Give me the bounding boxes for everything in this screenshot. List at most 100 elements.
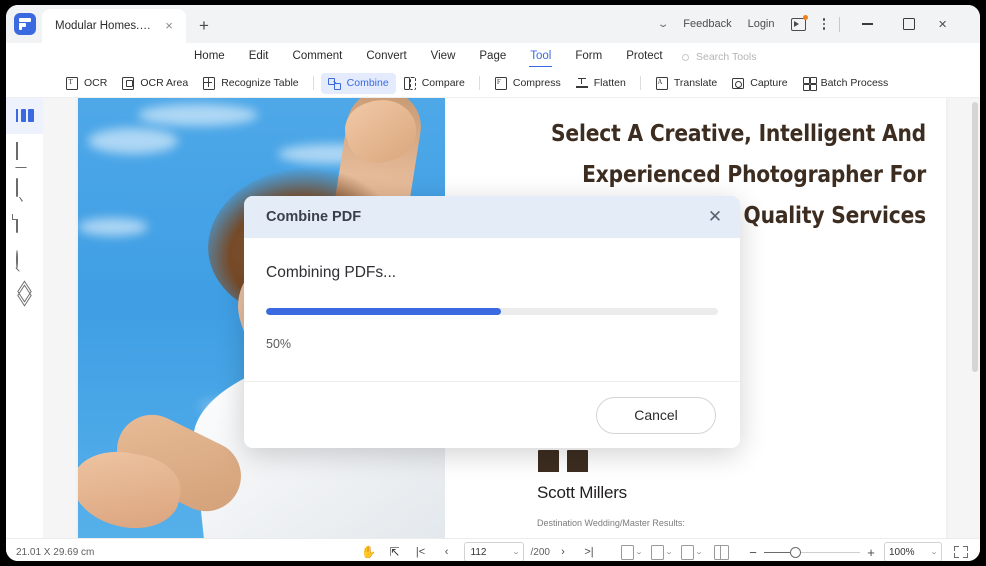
- zoom-level-field[interactable]: 100% ⌄: [884, 542, 942, 561]
- feedback-button[interactable]: Feedback: [675, 5, 739, 43]
- next-page-button[interactable]: ›: [550, 539, 576, 561]
- application-window: Modular Homes.pdf × + ⌄ Feedback Login ✕…: [6, 5, 980, 561]
- compress-icon: F: [494, 76, 508, 90]
- menu-item-edit[interactable]: Edit: [237, 43, 281, 69]
- split-view-button[interactable]: [706, 539, 736, 561]
- page-dimensions-label: 21.01 X 29.69 cm: [16, 546, 95, 558]
- capture-icon: [731, 76, 745, 90]
- compress-button[interactable]: F Compress: [487, 73, 568, 94]
- kebab-menu-icon[interactable]: [815, 5, 834, 43]
- ocr-area-button[interactable]: OCR Area: [114, 73, 195, 94]
- select-tool-icon[interactable]: ⇱: [382, 539, 408, 561]
- close-dialog-icon[interactable]: ✕: [706, 208, 724, 226]
- recognize-table-label: Recognize Table: [221, 77, 299, 89]
- first-page-button[interactable]: |<: [408, 539, 434, 561]
- page-fit-button[interactable]: ⌄: [676, 539, 706, 561]
- compress-label: Compress: [512, 77, 561, 89]
- recognize-table-button[interactable]: Recognize Table: [195, 73, 305, 94]
- zoom-slider-handle[interactable]: [790, 547, 801, 558]
- previous-page-button[interactable]: ‹: [434, 539, 460, 561]
- zoom-slider[interactable]: [764, 546, 860, 558]
- close-tab-icon[interactable]: ×: [162, 19, 176, 33]
- translate-label: Translate: [673, 77, 718, 89]
- batch-process-icon: [802, 76, 817, 91]
- zoom-in-button[interactable]: +: [862, 545, 880, 560]
- batch-process-button[interactable]: Batch Process: [795, 73, 896, 94]
- login-button[interactable]: Login: [740, 5, 783, 43]
- tool-ribbon: T OCR OCR Area Recognize Table Combine C…: [6, 69, 980, 98]
- titlebar-divider: [839, 16, 840, 32]
- flatten-label: Flatten: [593, 77, 626, 89]
- toolbar-divider: [312, 76, 314, 90]
- progress-percentage-label: 50%: [266, 337, 292, 351]
- maximize-button[interactable]: [888, 5, 930, 43]
- fit-screen-icon[interactable]: [950, 543, 972, 561]
- ocr-button[interactable]: T OCR: [58, 73, 114, 94]
- dialog-header: Combine PDF ✕: [244, 196, 740, 238]
- search-tools-input[interactable]: Search Tools: [678, 47, 808, 66]
- document-tab[interactable]: Modular Homes.pdf ×: [42, 9, 186, 43]
- toolbar-divider-3: [639, 76, 641, 90]
- menu-item-form[interactable]: Form: [563, 43, 614, 69]
- page-fit-chevron-down-icon[interactable]: ⌄: [694, 548, 702, 556]
- tab-list-dropdown-icon[interactable]: ⌄: [645, 5, 682, 43]
- menu-bar: Home Edit Comment Convert View Page Tool…: [6, 43, 980, 69]
- batch-process-label: Batch Process: [820, 77, 889, 89]
- page-number-input[interactable]: [468, 545, 501, 559]
- zoom-level-value: 100%: [889, 546, 915, 558]
- menu-item-view[interactable]: View: [419, 43, 468, 69]
- page-layout-chevron-down-icon[interactable]: ⌄: [664, 548, 672, 556]
- combine-pdf-dialog: Combine PDF ✕ Combining PDFs... 50% Canc…: [244, 196, 740, 448]
- workspace: Select A Creative, Intelligent And Exper…: [6, 98, 980, 538]
- page-layout-button[interactable]: ⌄: [646, 539, 676, 561]
- progress-status-text: Combining PDFs...: [266, 264, 397, 281]
- page-fit-icon: [680, 544, 694, 560]
- menu-item-page[interactable]: Page: [467, 43, 518, 69]
- ocr-area-label: OCR Area: [140, 77, 189, 89]
- page-number-field[interactable]: ⌄: [463, 542, 524, 561]
- capture-label: Capture: [750, 77, 788, 89]
- scroll-mode-icon: [620, 544, 634, 560]
- menu-item-tool[interactable]: Tool: [518, 43, 563, 69]
- combine-icon: [328, 76, 342, 90]
- translate-button[interactable]: A Translate: [648, 73, 724, 94]
- close-window-button[interactable]: ✕: [930, 5, 972, 43]
- page-dropdown-icon[interactable]: ⌄: [511, 548, 519, 556]
- ocr-area-icon: [121, 76, 135, 90]
- title-bar-actions: ⌄ Feedback Login ✕: [651, 5, 972, 43]
- combine-button[interactable]: Combine: [320, 72, 396, 94]
- search-tools-icon: [678, 51, 690, 63]
- title-bar: Modular Homes.pdf × + ⌄ Feedback Login ✕: [6, 5, 980, 43]
- cancel-button[interactable]: Cancel: [596, 396, 716, 434]
- capture-button[interactable]: Capture: [724, 73, 794, 94]
- zoom-chevron-down-icon[interactable]: ⌄: [930, 548, 938, 556]
- recognize-table-icon: [202, 76, 216, 90]
- zoom-out-button[interactable]: −: [744, 545, 762, 560]
- split-view-icon: [713, 544, 729, 560]
- scroll-mode-button[interactable]: ⌄: [616, 539, 646, 561]
- dialog-title: Combine PDF: [266, 209, 362, 225]
- compare-icon: [403, 76, 417, 90]
- last-page-button[interactable]: >|: [576, 539, 602, 561]
- menu-item-home[interactable]: Home: [182, 43, 237, 69]
- scroll-mode-chevron-down-icon[interactable]: ⌄: [634, 548, 642, 556]
- menu-item-convert[interactable]: Convert: [354, 43, 418, 69]
- page-total-label: /200: [530, 546, 550, 558]
- compare-label: Compare: [421, 77, 465, 89]
- menu-item-protect[interactable]: Protect: [614, 43, 674, 69]
- toolbar-divider-2: [478, 76, 480, 90]
- ocr-icon: T: [65, 76, 79, 90]
- notification-icon[interactable]: [783, 5, 815, 43]
- new-tab-icon[interactable]: +: [194, 17, 214, 37]
- menu-item-comment[interactable]: Comment: [281, 43, 355, 69]
- status-bar-controls: ✋ ⇱ |< ‹ ⌄ /200 › >| ⌄ ⌄ ⌄: [356, 539, 972, 561]
- flatten-button[interactable]: Flatten: [568, 73, 633, 94]
- compare-button[interactable]: Compare: [396, 73, 472, 94]
- search-tools-placeholder: Search Tools: [696, 50, 757, 63]
- minimize-button[interactable]: [846, 5, 888, 43]
- status-bar: 21.01 X 29.69 cm ✋ ⇱ |< ‹ ⌄ /200 › >| ⌄ …: [6, 538, 980, 561]
- hand-tool-icon[interactable]: ✋: [356, 539, 382, 561]
- modal-overlay: Combine PDF ✕ Combining PDFs... 50% Canc…: [6, 98, 980, 538]
- flatten-icon: [575, 76, 589, 90]
- ocr-label: OCR: [84, 77, 108, 89]
